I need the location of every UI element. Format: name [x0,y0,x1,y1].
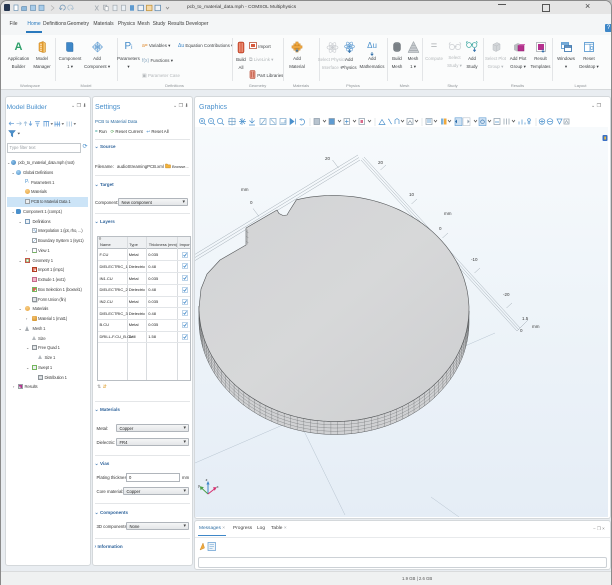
svg-text:y: y [198,483,200,488]
svg-text:x: x [217,484,219,489]
svg-text:1.5: 1.5 [522,316,529,321]
svg-text:-10: -10 [471,257,478,262]
svg-text:mm: mm [444,211,452,216]
svg-text:20: 20 [325,156,331,161]
svg-text:mm: mm [241,187,249,192]
svg-text:10: 10 [409,192,415,197]
svg-text:mm: mm [532,324,540,329]
svg-text:20: 20 [378,160,384,165]
svg-text:-20: -20 [503,292,510,297]
svg-text:z: z [206,477,208,482]
